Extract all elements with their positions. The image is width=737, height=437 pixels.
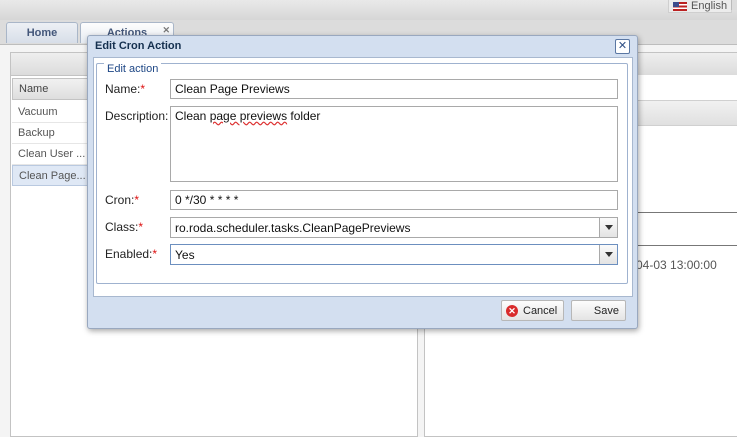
dialog-title: Edit Cron Action [95,40,182,52]
cron-label: Cron:* [105,193,140,207]
column-header-name[interactable]: Name [12,78,90,100]
cron-input[interactable]: 0 */30 * * * * [170,190,618,210]
fieldset-legend: Edit action [104,63,162,75]
cancel-button[interactable]: ✕ Cancel [501,300,564,321]
divider [636,212,737,213]
language-dropdown-arrow[interactable] [731,0,737,10]
us-flag-icon [673,1,687,11]
list-item[interactable]: Vacuum [12,102,90,123]
language-selector[interactable]: English [668,0,733,13]
list-item[interactable]: Backup [12,123,90,144]
class-label: Class:* [105,220,144,234]
divider [636,245,737,246]
list-item[interactable]: Clean User ... [12,144,90,165]
save-button-label: Save [593,304,619,317]
language-label: English [691,0,728,12]
chevron-down-icon[interactable] [599,245,617,264]
close-icon[interactable]: ✕ [615,39,630,54]
next-run-date: 04-03 13:00:00 [636,258,717,272]
chevron-down-icon[interactable] [599,218,617,237]
description-textarea[interactable]: Clean page previews folder [170,106,618,182]
enabled-label: Enabled:* [105,247,158,261]
cancel-button-label: Cancel [523,304,558,317]
list-item-selected[interactable]: Clean Page... [12,165,90,186]
enabled-select[interactable]: Yes [170,244,618,265]
class-select[interactable]: ro.roda.scheduler.tasks.CleanPagePreview… [170,217,618,238]
name-label: Name:* [105,82,146,96]
save-button[interactable]: Save [571,300,626,321]
tab-home[interactable]: Home [6,22,78,43]
top-bar [0,0,737,21]
cancel-icon: ✕ [506,304,518,317]
tab-home-label: Home [26,27,58,39]
description-label: Description: [105,109,169,123]
name-input[interactable]: Clean Page Previews [170,79,618,99]
